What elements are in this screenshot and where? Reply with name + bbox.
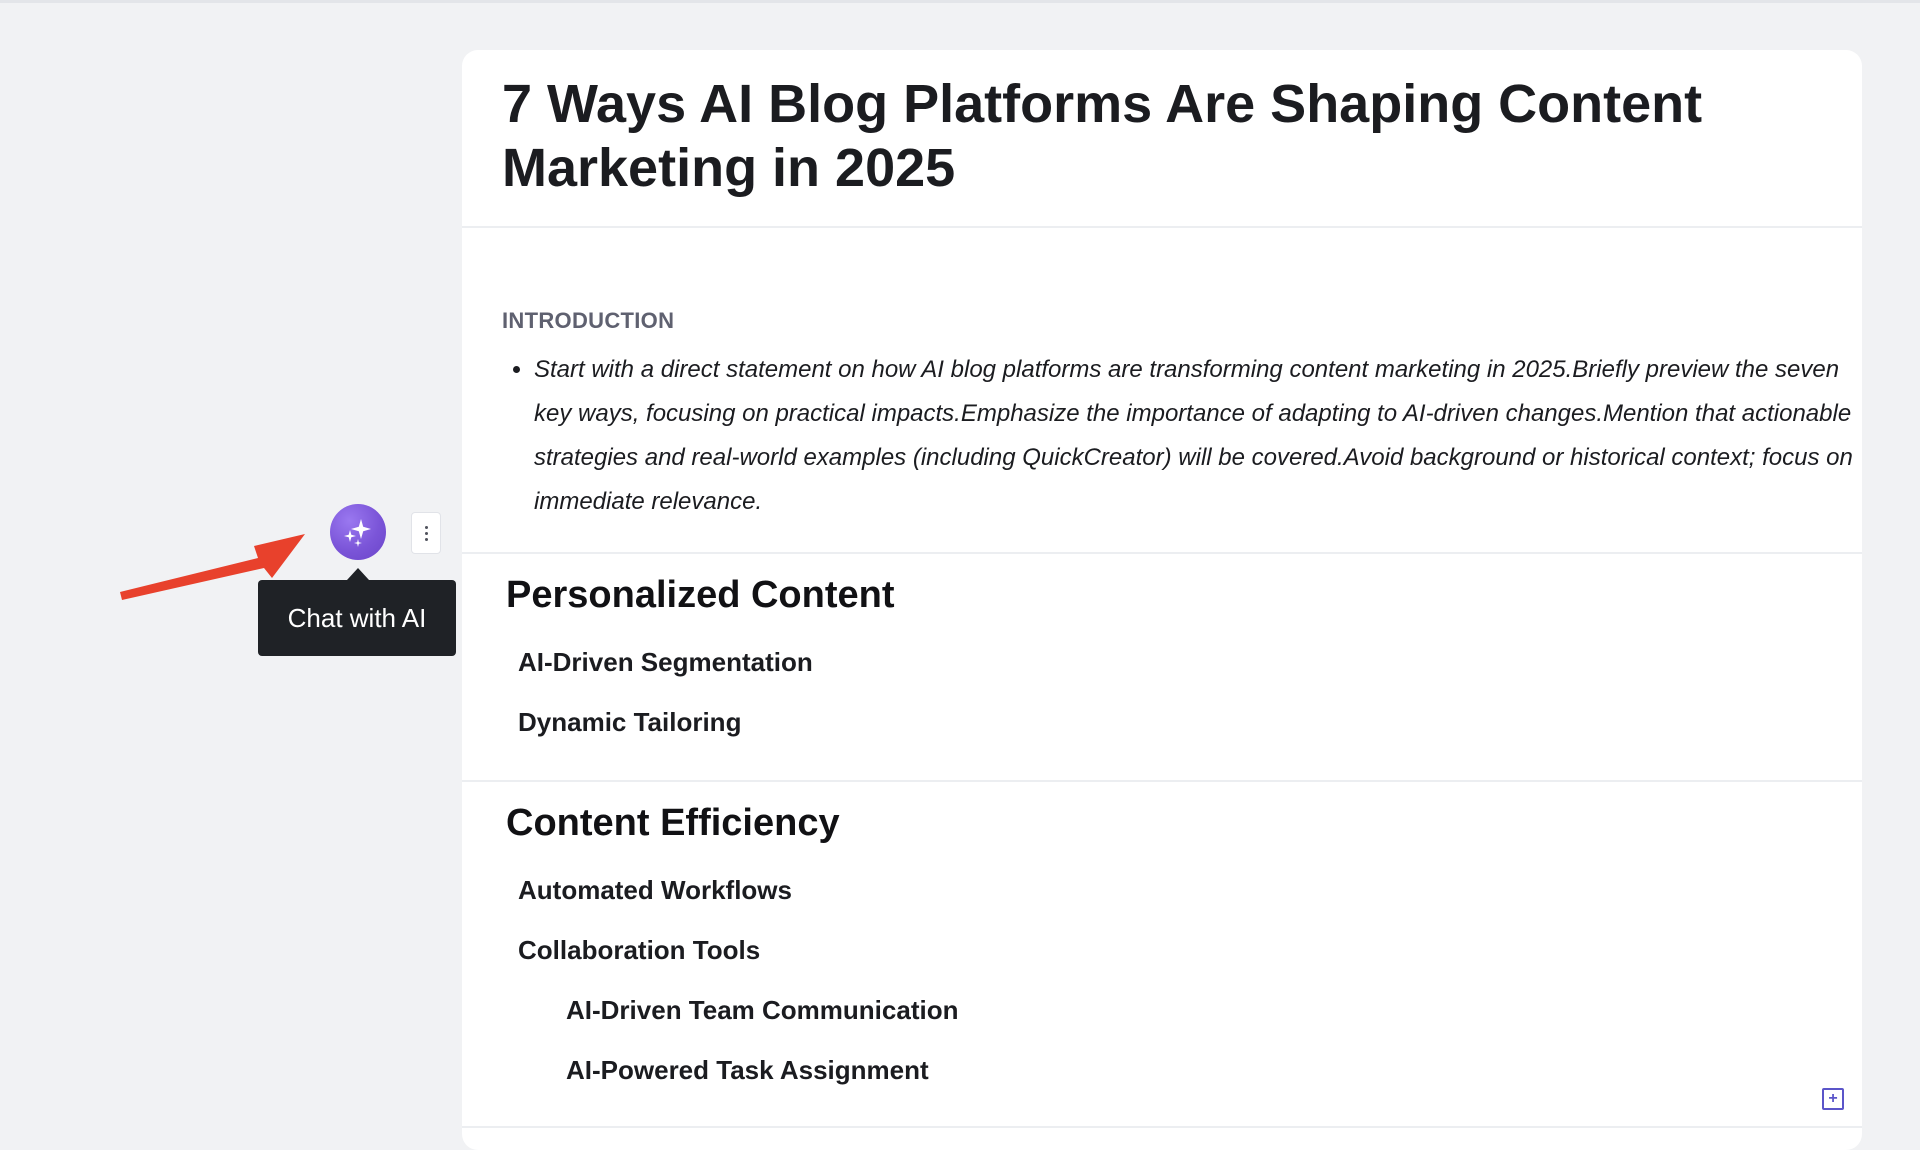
document-title[interactable]: 7 Ways AI Blog Platforms Are Shaping Con… (502, 72, 1802, 200)
chat-with-ai-button[interactable] (330, 504, 386, 560)
section-title[interactable]: Personalized Content (506, 574, 895, 617)
outline-item-automated-workflows[interactable]: Automated Workflows (518, 875, 792, 906)
section-personalized-content[interactable]: Personalized Content AI-Driven Segmentat… (462, 554, 1862, 782)
outline-item-collaboration-tools[interactable]: Collaboration Tools (518, 935, 760, 966)
add-section-icon[interactable]: + (1822, 1088, 1844, 1110)
title-block[interactable]: 7 Ways AI Blog Platforms Are Shaping Con… (462, 50, 1862, 228)
sparkles-icon (344, 519, 371, 547)
chat-with-ai-tooltip: Chat with AI (258, 580, 456, 656)
introduction-bullet[interactable]: Start with a direct statement on how AI … (534, 348, 1864, 524)
tooltip-caret (347, 568, 369, 580)
outline-document-card: 7 Ways AI Blog Platforms Are Shaping Con… (462, 50, 1862, 1150)
outline-item-ai-driven-segmentation[interactable]: AI-Driven Segmentation (518, 647, 813, 678)
introduction-block[interactable]: INTRODUCTION Start with a direct stateme… (462, 228, 1862, 554)
introduction-heading: INTRODUCTION (502, 308, 675, 333)
more-options-button[interactable] (411, 512, 441, 554)
outline-item-dynamic-tailoring[interactable]: Dynamic Tailoring (518, 707, 741, 738)
top-divider (0, 0, 1920, 3)
introduction-list: Start with a direct statement on how AI … (502, 348, 1864, 524)
vertical-ellipsis-icon (424, 525, 428, 529)
outline-subitem-ai-powered-task-assignment[interactable]: AI-Powered Task Assignment (566, 1055, 929, 1086)
outline-subitem-ai-driven-team-communication[interactable]: AI-Driven Team Communication (566, 995, 958, 1026)
section-content-efficiency[interactable]: Content Efficiency Automated Workflows C… (462, 782, 1862, 1128)
section-title[interactable]: Content Efficiency (506, 802, 840, 845)
